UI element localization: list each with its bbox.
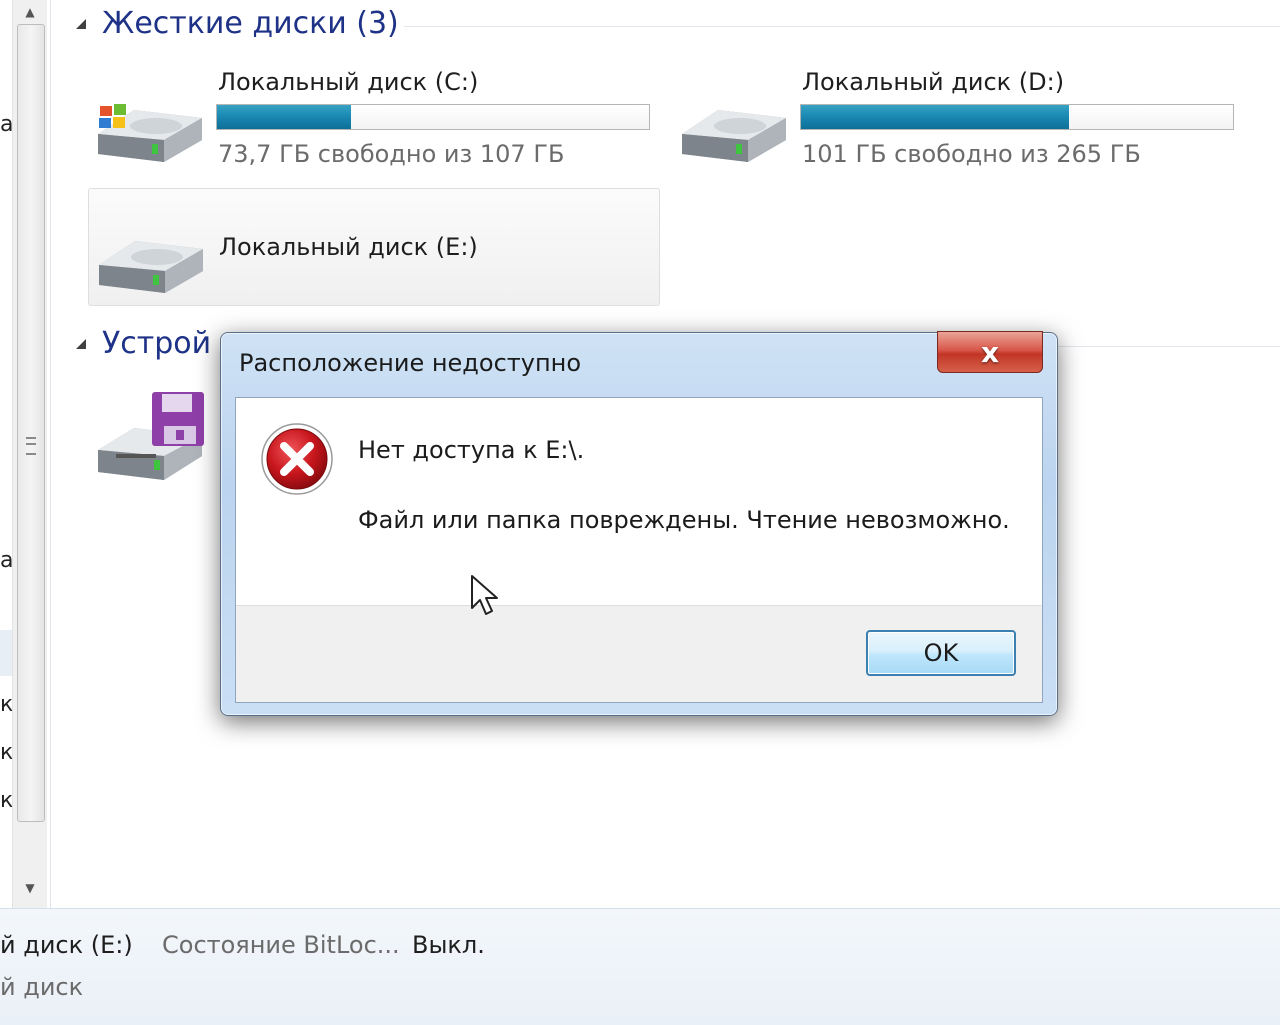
group-divider [404, 26, 1280, 27]
windows-drive-icon [98, 104, 202, 162]
close-button[interactable]: x [937, 331, 1043, 373]
grip-icon [26, 437, 36, 455]
details-drive-type: й диск [0, 973, 84, 1001]
error-dialog: Расположение недоступно x Нет доступа к … [220, 331, 1058, 716]
dialog-footer: OK [236, 605, 1042, 702]
hard-drive-icon [99, 241, 203, 293]
dialog-content: Нет доступа к E:\. Файл или папка повреж… [235, 397, 1043, 703]
floppy-drive-icon[interactable] [94, 392, 210, 484]
hard-drive-icon [682, 110, 786, 162]
drive-usage-fill [217, 105, 351, 129]
collapse-triangle-icon[interactable] [74, 17, 88, 31]
drive-free-space: 101 ГБ свободно из 265 ГБ [802, 140, 1141, 168]
drive-usage-bar [216, 104, 650, 130]
group-title: Устрой [102, 326, 212, 361]
drive-usage-fill [801, 105, 1069, 129]
details-pane: й диск (E:) Состояние BitLoc... Выкл. й … [0, 908, 1280, 1025]
close-icon: x [980, 335, 1000, 369]
error-icon [261, 423, 333, 495]
scroll-down-icon[interactable]: ▼ [13, 876, 47, 900]
details-bitlocker-label: Состояние BitLoc... [162, 931, 400, 959]
dialog-title: Расположение недоступно [239, 349, 582, 377]
ok-button[interactable]: OK [866, 630, 1016, 676]
error-message-title: Нет доступа к E:\. [358, 436, 585, 464]
drive-tile-e[interactable]: Локальный диск (E:) [88, 188, 660, 306]
drive-name: Локальный диск (E:) [219, 233, 478, 261]
details-drive-name: й диск (E:) [0, 931, 133, 959]
mouse-cursor-icon [471, 575, 498, 615]
scroll-up-icon[interactable]: ▲ [13, 0, 47, 24]
nav-scrollbar[interactable]: ▲ ▼ [12, 0, 47, 908]
details-bitlocker-value: Выкл. [412, 931, 485, 959]
group-divider [1058, 346, 1280, 347]
navigation-pane: а а к к к ▲ ▼ [0, 0, 51, 908]
group-title: Жесткие диски (3) [102, 6, 399, 41]
group-header-devices[interactable]: Устрой [74, 326, 211, 361]
drive-name: Локальный диск (C:) [218, 68, 479, 96]
nav-selected-item[interactable] [0, 630, 12, 676]
error-message-detail: Файл или папка повреждены. Чтение невозм… [358, 506, 1010, 534]
drive-usage-bar [800, 104, 1234, 130]
drive-name: Локальный диск (D:) [802, 68, 1065, 96]
drive-free-space: 73,7 ГБ свободно из 107 ГБ [218, 140, 565, 168]
group-header-hard-drives[interactable]: Жесткие диски (3) [74, 6, 399, 41]
collapse-triangle-icon[interactable] [74, 337, 88, 351]
scroll-thumb[interactable] [17, 24, 45, 822]
